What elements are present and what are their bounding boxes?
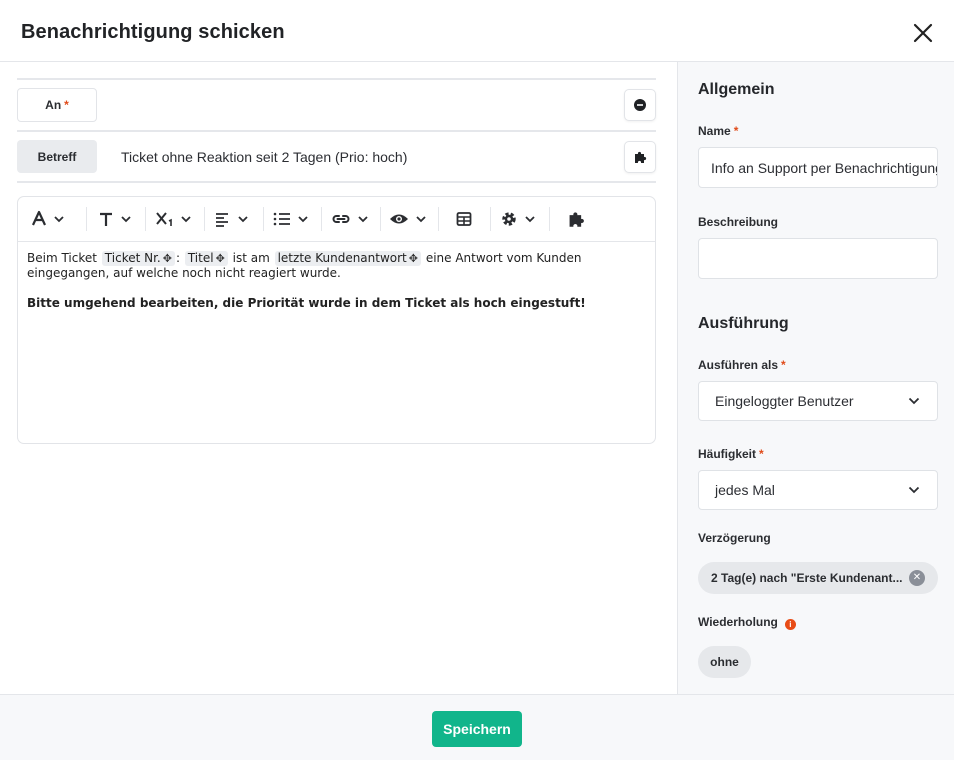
align-left-icon	[216, 213, 228, 227]
settings-button[interactable]	[500, 207, 537, 231]
list-button[interactable]	[273, 207, 310, 231]
puzzle-icon	[635, 151, 647, 163]
align-button[interactable]	[215, 207, 250, 231]
frequency-select[interactable]: jedes Mal	[698, 470, 938, 510]
subject-placeholder-button[interactable]	[624, 141, 656, 173]
placeholder-chip[interactable]: Ticket Nr. ✥	[101, 251, 175, 266]
font-color-icon	[32, 210, 46, 226]
execute-as-value: Eingeloggter Benutzer	[715, 393, 854, 409]
settings-sidebar: Allgemein Name * Info an Support per Bena…	[677, 62, 954, 694]
chevron-down-icon	[416, 216, 426, 223]
close-icon[interactable]	[910, 20, 936, 46]
gear-icon	[502, 212, 516, 226]
minus-circle-icon	[634, 99, 646, 111]
toolbar-separator	[380, 207, 381, 231]
font-color-button[interactable]	[30, 207, 66, 231]
frequency-label: Häufigkeit *	[698, 447, 764, 461]
message-text: Beim Ticket	[27, 251, 97, 265]
text-style-button[interactable]	[98, 207, 133, 231]
move-icon[interactable]: ✥	[163, 252, 172, 265]
toolbar-separator	[86, 207, 87, 231]
chip-label: letzte Kundenantwort	[277, 251, 407, 265]
preview-button[interactable]	[389, 207, 428, 231]
divider	[17, 130, 656, 132]
repeat-label: Wiederholung i	[698, 615, 796, 630]
placeholder-chip[interactable]: letzte Kundenantwort ✥	[274, 251, 421, 266]
chevron-down-icon	[54, 216, 64, 223]
list-icon	[273, 212, 290, 226]
name-label: Name *	[698, 124, 739, 138]
dialog-footer: Speichern	[0, 694, 954, 760]
puzzle-icon	[569, 212, 584, 227]
eye-icon	[390, 214, 408, 224]
chevron-down-icon	[181, 216, 191, 223]
repeat-pill[interactable]: ohne	[698, 646, 751, 678]
recipient-button[interactable]: An *	[17, 88, 97, 122]
plugins-button[interactable]	[567, 207, 585, 231]
editor-content[interactable]: Beim Ticket Ticket Nr. ✥: Titel ✥ ist am l…	[27, 251, 647, 311]
link-icon	[332, 215, 350, 223]
clear-icon[interactable]: ✕	[909, 570, 925, 586]
link-button[interactable]	[331, 207, 370, 231]
subscript-icon	[156, 212, 172, 226]
toolbar-separator	[145, 207, 146, 231]
chevron-down-icon	[238, 216, 248, 223]
delay-pill[interactable]: 2 Tag(e) nach "Erste Kundenant... ✕	[698, 562, 938, 594]
description-label: Beschreibung	[698, 215, 779, 229]
table-button[interactable]	[456, 207, 472, 231]
toolbar-separator	[263, 207, 264, 231]
editor-toolbar	[18, 197, 655, 242]
message-paragraph: Beim Ticket Ticket Nr. ✥: Titel ✥ ist am l…	[27, 251, 647, 281]
move-icon[interactable]: ✥	[216, 252, 225, 265]
toolbar-separator	[490, 207, 491, 231]
general-section-title: Allgemein	[698, 81, 775, 98]
toolbar-separator	[549, 207, 550, 231]
text-style-icon	[100, 212, 112, 226]
toolbar-separator	[321, 207, 322, 231]
chevron-down-icon	[121, 216, 131, 223]
info-icon[interactable]: i	[784, 619, 796, 630]
chip-label: Titel	[187, 251, 214, 265]
toolbar-separator	[438, 207, 439, 231]
table-icon	[456, 212, 472, 226]
chevron-down-icon	[908, 397, 920, 405]
delay-value: 2 Tag(e) nach "Erste Kundenant...	[711, 571, 903, 585]
chevron-down-icon	[908, 486, 920, 494]
execute-as-label: Ausführen als *	[698, 358, 786, 372]
dialog-header: Benachrichtigung schicken	[0, 0, 954, 62]
move-icon[interactable]: ✥	[409, 252, 418, 265]
divider	[17, 181, 656, 183]
dialog-title: Benachrichtigung schicken	[21, 21, 285, 43]
message-text: ist am	[232, 251, 270, 265]
subject-label: Betreff	[17, 140, 97, 173]
message-text: :	[175, 251, 181, 265]
required-marker: *	[64, 98, 69, 112]
add-recipient-button[interactable]	[624, 89, 656, 121]
subject-value[interactable]: Ticket ohne Reaktion seit 2 Tagen (Prio:…	[121, 149, 407, 165]
message-editor[interactable]: Beim Ticket Ticket Nr. ✥: Titel ✥ ist am l…	[17, 196, 656, 444]
name-input[interactable]: Info an Support per Benachrichtigung	[698, 147, 938, 188]
notification-dialog: Benachrichtigung schicken An * Betreff Ti…	[0, 0, 954, 760]
subscript-button[interactable]	[156, 207, 193, 231]
save-button[interactable]: Speichern	[432, 711, 522, 747]
chevron-down-icon	[358, 216, 368, 223]
divider	[17, 78, 656, 80]
toolbar-separator	[204, 207, 205, 231]
message-bold-line: Bitte umgehend bearbeiten, die Priorität…	[27, 296, 586, 310]
main-panel: An * Betreff Ticket ohne Reaktion seit 2 …	[0, 62, 677, 694]
chip-label: Ticket Nr.	[104, 251, 161, 265]
execute-as-select[interactable]: Eingeloggter Benutzer	[698, 381, 938, 421]
placeholder-chip[interactable]: Titel ✥	[184, 251, 228, 266]
description-input[interactable]	[698, 238, 938, 279]
execution-section-title: Ausführung	[698, 315, 789, 332]
frequency-value: jedes Mal	[715, 482, 775, 498]
recipient-label: An	[45, 98, 62, 112]
chevron-down-icon	[525, 216, 535, 223]
delay-label: Verzögerung	[698, 531, 771, 545]
chevron-down-icon	[298, 216, 308, 223]
